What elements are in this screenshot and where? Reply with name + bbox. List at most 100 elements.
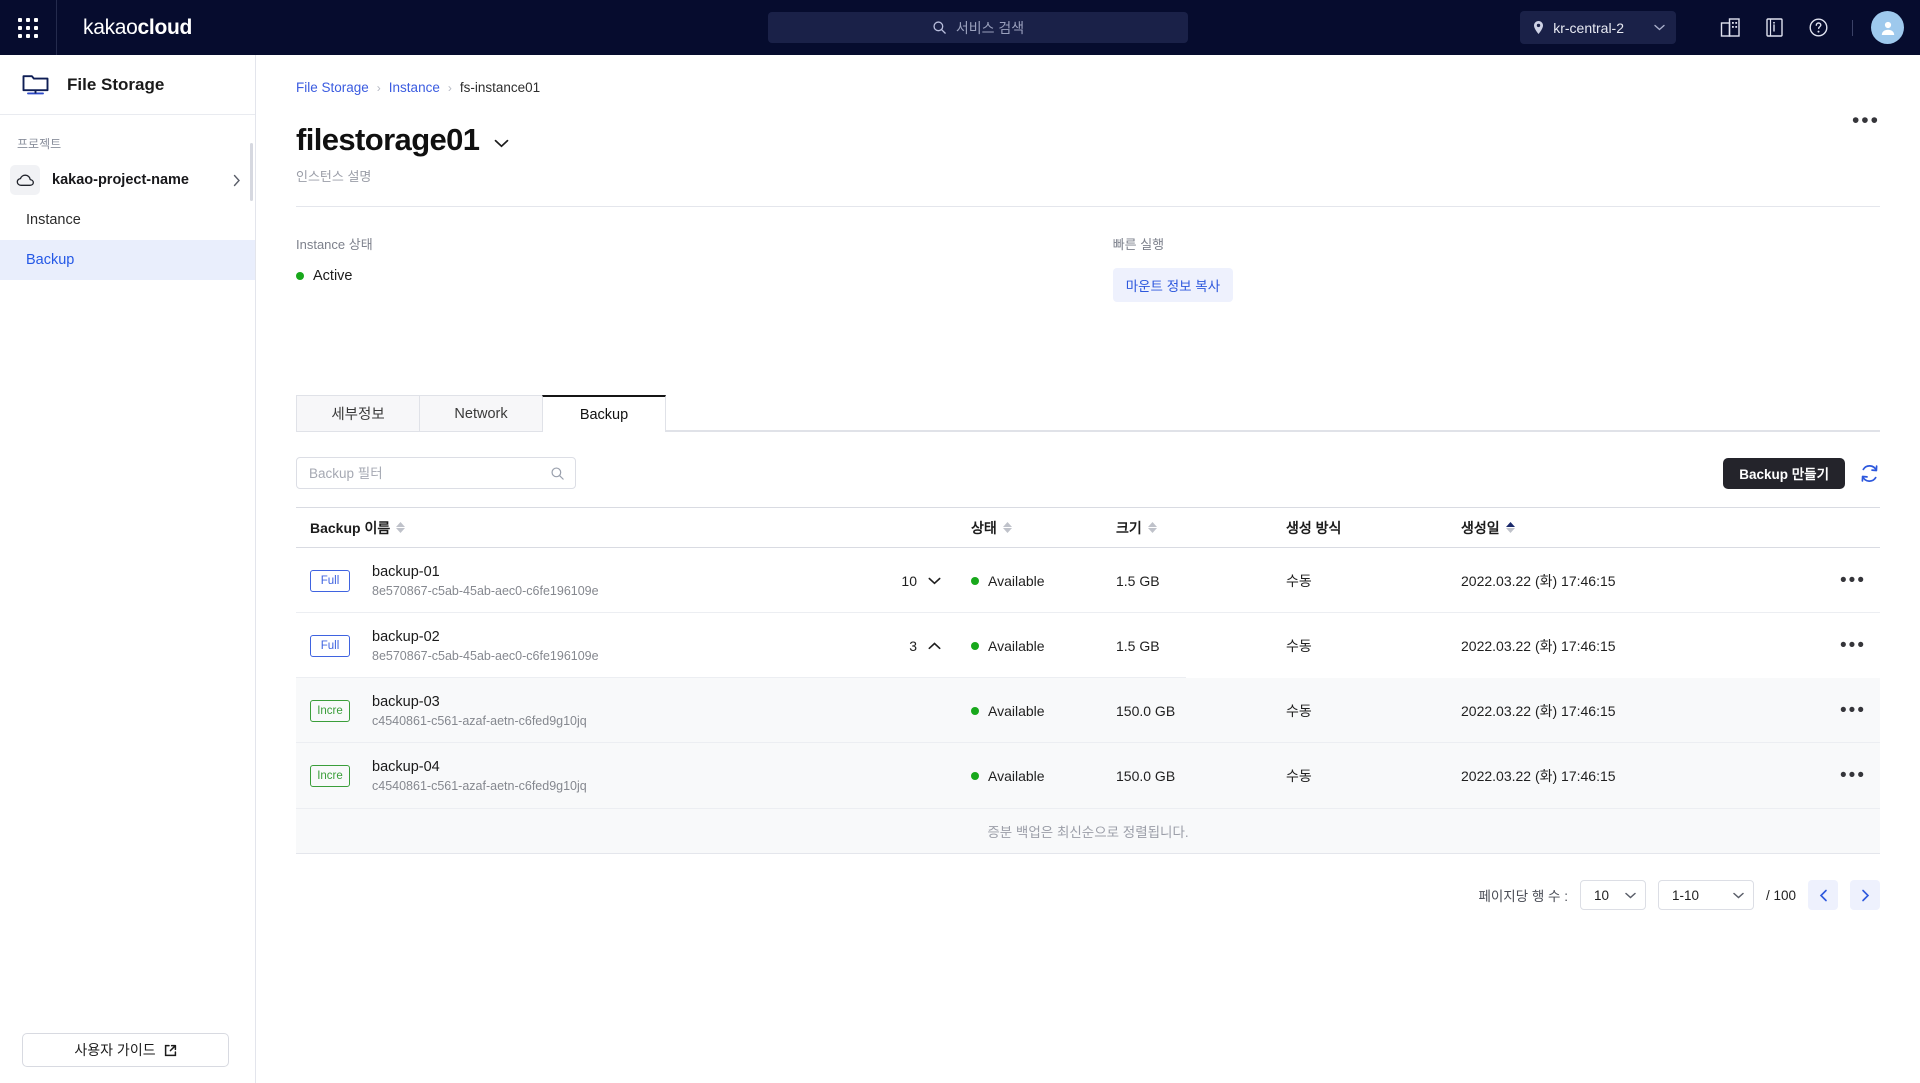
column-header-size[interactable]: 크기 <box>1116 518 1286 538</box>
backup-uuid: 8e570867-c5ab-45ab-aec0-c6fe196109e <box>372 583 599 598</box>
region-selector[interactable]: kr-central-2 <box>1520 11 1676 44</box>
backup-name-cell: Full backup-02 8e570867-c5ab-45ab-aec0-c… <box>296 629 861 663</box>
status-dot-icon <box>971 641 979 650</box>
status-dot-icon <box>971 706 979 715</box>
row-more-options-button[interactable]: ••• <box>1840 636 1866 655</box>
rows-per-page-value: 10 <box>1593 887 1609 903</box>
row-more-options-button[interactable]: ••• <box>1840 701 1866 720</box>
table-row[interactable]: Incre backup-04 c4540861-c561-azaf-aetn-… <box>296 743 1880 808</box>
user-guide-button[interactable]: 사용자 가이드 <box>22 1033 229 1067</box>
backup-uuid: c4540861-c561-azaf-aetn-c6fed9g10jq <box>372 713 587 728</box>
table-toolbar: Backup 만들기 <box>296 456 1880 490</box>
column-label: 상태 <box>971 519 997 536</box>
brand-bold-text: cloud <box>137 15 193 39</box>
breadcrumb-item-instance[interactable]: Instance <box>389 80 440 95</box>
row-actions: ••• <box>1781 636 1880 655</box>
backup-created: 2022.03.22 (화) 17:46:15 <box>1461 702 1616 719</box>
main-content: File Storage › Instance › fs-instance01 … <box>256 55 1920 1083</box>
backup-name[interactable]: backup-03 <box>372 694 587 710</box>
chevron-up-icon <box>928 641 941 649</box>
backup-name-text-group: backup-03 c4540861-c561-azaf-aetn-c6fed9… <box>372 694 587 728</box>
table-row[interactable]: Full backup-02 8e570867-c5ab-45ab-aec0-c… <box>296 613 1880 678</box>
breadcrumb-separator: › <box>376 80 381 95</box>
backup-type-badge: Incre <box>310 764 350 787</box>
tab-network[interactable]: Network <box>419 395 543 431</box>
copy-mount-info-button[interactable]: 마운트 정보 복사 <box>1112 268 1234 302</box>
rows-per-page-select[interactable]: 10 <box>1579 880 1646 910</box>
column-header-name[interactable]: Backup 이름 <box>296 518 861 538</box>
documentation-button[interactable] <box>1752 0 1796 55</box>
sidebar-scrollbar[interactable] <box>250 143 253 201</box>
page-more-options-button[interactable]: ••• <box>1852 110 1880 131</box>
next-page-button[interactable] <box>1850 880 1880 910</box>
backup-type-badge: Full <box>310 634 350 657</box>
backup-method: 수동 <box>1286 637 1312 654</box>
backup-name[interactable]: backup-01 <box>372 564 599 580</box>
brand-logo[interactable]: kakaocloud <box>83 16 192 40</box>
backup-child-count-toggle[interactable]: 10 <box>861 573 941 589</box>
backup-created: 2022.03.22 (화) 17:46:15 <box>1461 767 1616 784</box>
chevron-right-icon <box>1861 889 1869 901</box>
page-title-row: filestorage01 ••• <box>256 95 1920 158</box>
sidebar-item-label: Backup <box>26 252 75 268</box>
sidebar-item-backup[interactable]: Backup <box>0 240 255 280</box>
user-avatar[interactable] <box>1871 11 1904 44</box>
refresh-button[interactable] <box>1859 463 1880 484</box>
table-row[interactable]: Full backup-01 8e570867-c5ab-45ab-aec0-c… <box>296 548 1880 613</box>
column-label: 생성 방식 <box>1286 519 1342 536</box>
instance-status-label: Instance 상태 <box>296 237 373 252</box>
external-link-icon <box>164 1044 176 1056</box>
sidebar-service-header[interactable]: File Storage <box>0 55 255 115</box>
total-count: / 100 <box>1765 887 1796 903</box>
page-range-select[interactable]: 1-10 <box>1657 880 1754 910</box>
column-header-created[interactable]: 생성일 <box>1461 518 1781 538</box>
page-range-value: 1-10 <box>1671 887 1699 903</box>
chevron-down-icon[interactable] <box>494 139 509 148</box>
tab-filler <box>665 395 1880 431</box>
backup-method: 수동 <box>1286 572 1312 589</box>
instance-description[interactable]: 인스턴스 설명 <box>256 158 1920 185</box>
organization-icon <box>1720 18 1740 37</box>
tab-backup[interactable]: Backup <box>542 395 666 432</box>
backup-filter-box[interactable] <box>296 457 576 489</box>
previous-page-button[interactable] <box>1808 880 1838 910</box>
global-search-box[interactable]: 서비스 검색 <box>768 12 1188 43</box>
status-dot-icon <box>971 771 979 780</box>
help-icon <box>1808 18 1828 37</box>
breadcrumb-item-file-storage[interactable]: File Storage <box>296 80 369 95</box>
backup-status: Available <box>988 572 1045 589</box>
backup-child-count: 10 <box>901 572 917 589</box>
help-button[interactable] <box>1796 0 1840 55</box>
region-label: kr-central-2 <box>1553 19 1624 36</box>
backup-size: 150.0 GB <box>1116 702 1176 719</box>
backup-size: 1.5 GB <box>1116 572 1160 589</box>
table-row[interactable]: Incre backup-03 c4540861-c561-azaf-aetn-… <box>296 678 1880 743</box>
organization-button[interactable] <box>1708 0 1752 55</box>
row-actions: ••• <box>1781 766 1880 785</box>
instance-status-value: Active <box>313 268 353 284</box>
project-selector[interactable]: kakao-project-name <box>10 160 247 200</box>
column-label: Backup 이름 <box>310 519 391 536</box>
apps-launcher-button[interactable] <box>0 0 57 55</box>
backup-name[interactable]: backup-04 <box>372 759 587 775</box>
quick-actions-label: 빠른 실행 <box>1112 237 1165 252</box>
backup-name-text-group: backup-04 c4540861-c561-azaf-aetn-c6fed9… <box>372 759 587 793</box>
backup-child-count-toggle[interactable]: 3 <box>861 638 941 654</box>
row-more-options-button[interactable]: ••• <box>1840 571 1866 590</box>
pagination: 페이지당 행 수 : 10 1-10 / 100 <box>256 880 1880 910</box>
sidebar-item-instance[interactable]: Instance <box>0 200 255 240</box>
search-icon <box>933 21 946 34</box>
chevron-down-icon <box>928 577 941 584</box>
tab-details[interactable]: 세부정보 <box>296 395 420 431</box>
backup-filter-input[interactable] <box>309 465 550 481</box>
info-strip: Instance 상태 Active 빠른 실행 마운트 정보 복사 <box>256 207 1920 302</box>
brand-light-text: kakao <box>83 15 138 39</box>
topbar-divider <box>1852 19 1853 36</box>
create-backup-button[interactable]: Backup 만들기 <box>1723 457 1845 489</box>
row-more-options-button[interactable]: ••• <box>1840 766 1866 785</box>
tab-label: Network <box>454 405 508 422</box>
column-header-status[interactable]: 상태 <box>941 518 1116 538</box>
backup-name[interactable]: backup-02 <box>372 629 599 645</box>
chevron-right-icon <box>233 174 240 186</box>
page-title: filestorage01 <box>296 122 480 157</box>
